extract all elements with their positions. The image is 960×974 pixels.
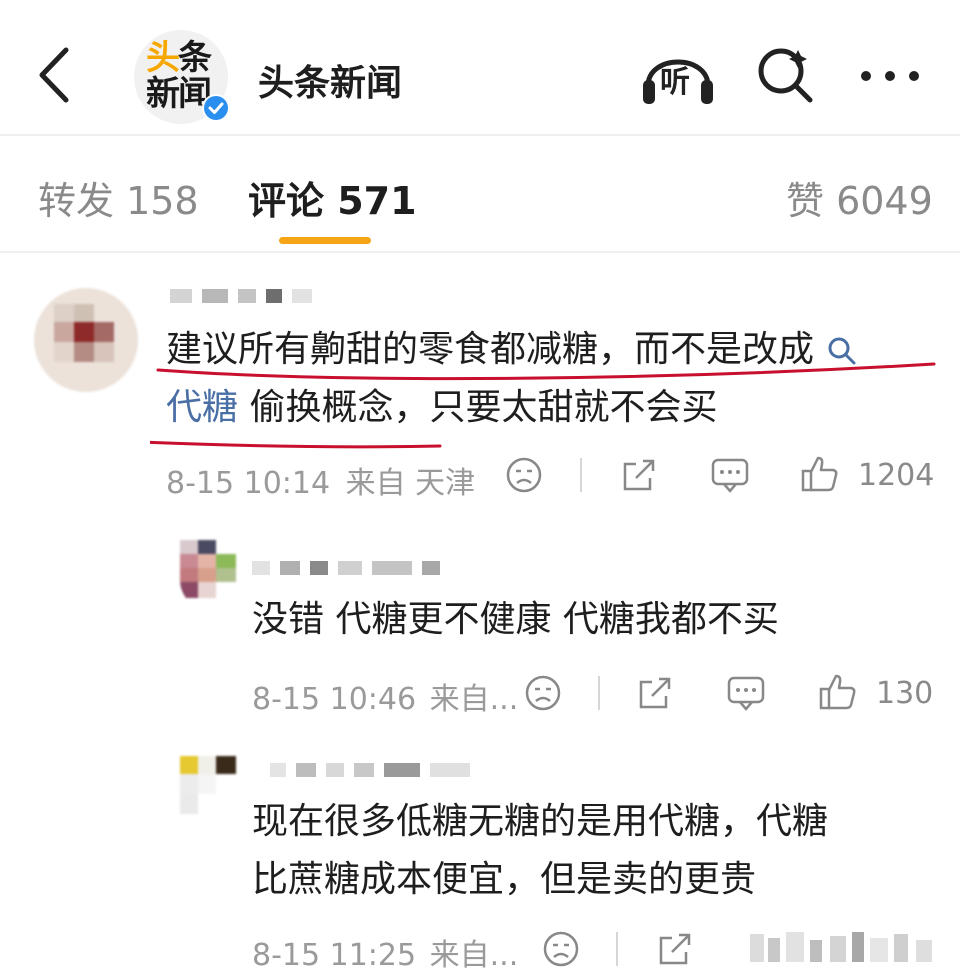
reply-meta: 8-15 11:25 来自... (252, 930, 518, 974)
reply-share-button[interactable] (656, 930, 694, 972)
logo-char-1: 头 (146, 38, 180, 78)
reply-button[interactable] (710, 456, 750, 498)
search-icon (758, 48, 813, 103)
commenter-name-redacted[interactable] (170, 288, 322, 307)
back-arrow-icon (39, 47, 69, 103)
reply-comment-button[interactable] (726, 674, 766, 716)
back-button[interactable] (28, 40, 88, 110)
commenter-avatar[interactable] (34, 288, 138, 392)
dislike-face-icon (543, 931, 579, 967)
reply-dislike-button[interactable] (542, 930, 580, 972)
account-name[interactable]: 头条新闻 (258, 54, 402, 106)
share-button[interactable] (620, 456, 658, 498)
dislike-face-icon (506, 457, 542, 493)
more-icon (861, 71, 919, 81)
tab-active-indicator (279, 237, 371, 244)
more-button[interactable] (856, 56, 924, 96)
replier-avatar[interactable] (180, 756, 236, 816)
listen-button[interactable]: 听 (640, 40, 716, 110)
thumbs-up-icon (801, 456, 838, 492)
like-button[interactable] (800, 454, 840, 498)
reply-dislike-button[interactable] (524, 674, 562, 716)
reply-like-button[interactable] (818, 672, 858, 716)
thumbs-up-icon (819, 674, 856, 710)
reply-text: 没错 代糖更不健康 代糖我都不买 (252, 599, 779, 640)
comment-icon (711, 458, 749, 493)
share-icon (659, 933, 691, 965)
red-underline-annotation (150, 362, 936, 449)
header-divider (0, 134, 960, 136)
like-count: 1204 (858, 458, 935, 493)
tabs-divider (0, 251, 960, 253)
dislike-face-icon (525, 675, 561, 711)
reply-time: 8-15 10:46 (252, 682, 417, 717)
share-icon (639, 677, 671, 709)
reply-location: 来自... (429, 682, 519, 717)
logo-line-2: 新闻 (146, 74, 212, 114)
reply-text-line-2: 比蔗糖成本便宜，但是卖的更贵 (252, 859, 757, 900)
tab-likes[interactable]: 赞 6049 (786, 170, 933, 225)
logo-char-2: 条 (178, 38, 212, 78)
comment-meta: 8-15 10:14 来自 天津 (166, 458, 475, 502)
reply-time: 8-15 11:25 (252, 938, 417, 973)
comment-location: 来自 天津 (345, 466, 476, 501)
reply-location: 来自... (429, 938, 519, 973)
share-icon (623, 459, 655, 491)
account-avatar[interactable]: 头条 新闻 (134, 30, 230, 124)
watermark-blur (750, 932, 932, 962)
replier-name-redacted[interactable] (252, 560, 450, 579)
reply-meta: 8-15 10:46 来自... (252, 674, 518, 718)
tab-reposts[interactable]: 转发 158 (38, 170, 199, 225)
action-separator (598, 676, 600, 710)
dislike-button[interactable] (505, 456, 543, 498)
reply-share-button[interactable] (636, 674, 674, 716)
action-separator (616, 932, 618, 966)
action-separator (580, 458, 582, 492)
listen-label: 听 (660, 65, 690, 100)
reply-like-count: 130 (876, 676, 934, 711)
tab-comments[interactable]: 评论 571 (248, 170, 417, 225)
comment-time: 8-15 10:14 (166, 466, 331, 501)
replier-name-redacted[interactable] (270, 762, 480, 781)
search-button[interactable] (754, 44, 816, 106)
reply-text-line-1: 现在很多低糖无糖的是用代糖，代糖 (252, 801, 829, 842)
verified-badge-icon (202, 94, 230, 122)
replier-avatar[interactable] (180, 540, 236, 610)
comment-icon (727, 676, 765, 711)
